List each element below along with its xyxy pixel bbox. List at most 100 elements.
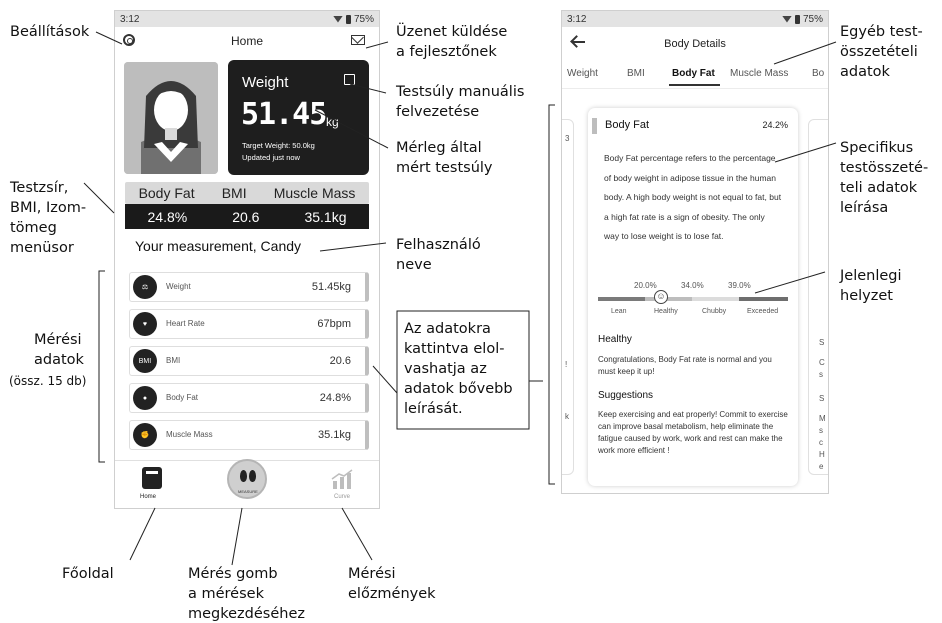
details-header: Body Details [562,27,828,63]
list-item-value: 67bpm [317,318,351,330]
card-accent-bar [592,118,597,134]
list-item[interactable]: ♥ Heart Rate 67bpm [129,309,369,339]
body-details-screen: 3:12 75% Body Details Weight BMI Body Fa… [561,10,829,494]
battery-level: 75% [353,13,374,25]
scale-level: Lean [611,308,627,315]
prev-card-fragment: ! [565,360,568,369]
wifi-icon [332,15,343,23]
card-percent: 24.2% [762,120,788,130]
muscle-mass-value: 35.1kg [304,208,347,225]
metric-tab-bar: Body Fat BMI Muscle Mass [125,182,369,204]
avatar [124,62,218,174]
next-card-fragment: c [819,438,823,447]
body-fat-scale: 20.0% 34.0% 39.0% ☺ Lean Healthy Chubby … [598,275,788,315]
status-bar: 3:12 75% [562,11,828,27]
list-item[interactable]: BMI BMI 20.6 [129,346,369,376]
chart-icon[interactable] [331,469,353,489]
bmi-icon: BMI [133,349,157,373]
tab-body-fat[interactable]: Body Fat [672,68,715,79]
tab-muscle-mass[interactable]: Muscle Mass [730,68,788,79]
tab-body-fat[interactable]: Body Fat [139,185,195,201]
card-title: Body Fat [605,119,650,131]
annotation-menu: Testzsír, BMI, Izom- tömeg menüsor [10,180,87,256]
page-title: Home [230,34,263,48]
annotation-username: Felhasználó neve [396,237,481,273]
scale-level: Exceeded [747,308,779,315]
list-item-name: Weight [166,282,191,291]
target-weight: Target Weight: 50.0kg [242,141,315,150]
list-item[interactable]: ● Body Fat 24.8% [129,383,369,413]
next-card-fragment: M [819,414,826,423]
scale-icon: ⚖ [133,275,157,299]
tab-muscle-mass[interactable]: Muscle Mass [274,185,356,201]
updated-text: Updated just now [242,153,300,162]
scale-level: Healthy [654,308,678,315]
mail-icon[interactable] [351,35,365,45]
bottom-nav: Home MEASURE Curve [115,459,379,508]
next-card-fragment: C [819,358,825,367]
list-item-name: Body Fat [166,393,199,402]
next-card[interactable]: S C s S M s c H e [808,119,828,475]
next-card-fragment: S [819,338,825,347]
scale-segment-chubby [692,297,739,301]
annotation-history: Mérési előzmények [348,566,436,602]
annotation-measurement-data: Mérési adatok [34,332,84,368]
body-icon: ● [133,386,157,410]
card-description: Body Fat percentage refers to the percen… [604,153,782,241]
measure-label: MEASURE [238,489,258,494]
next-card-fragment: s [819,426,823,435]
annotation-manual-weight: Testsúly manuális felvezetése [396,84,525,120]
page-title: Body Details [664,38,726,50]
suggestions-heading: Suggestions [598,390,654,401]
scale-segment-exceeded [739,297,788,301]
annotation-feedback: Üzenet küldése a fejlesztőnek [396,24,508,60]
scale-level: Chubby [702,308,727,315]
detail-tab-bar: Weight BMI Body Fat Muscle Mass Bo [562,63,828,89]
wifi-icon [781,15,792,23]
prev-card[interactable]: 3 ! k [562,119,574,475]
greeting: Your measurement, Candy [135,238,302,254]
annotation-settings: Beállítások [10,24,90,40]
scale-segment-healthy [645,297,692,301]
scale-segment-lean [598,297,645,301]
status-text: Congratulations, Body Fat rate is normal… [598,355,772,376]
prev-card-fragment: 3 [565,134,570,143]
nav-home-label[interactable]: Home [140,494,156,500]
battery-icon [345,14,351,24]
suggestions-text: Keep exercising and eat properly! Commit… [598,410,788,455]
body-fat-card: Body Fat 24.2% Body Fat percentage refer… [588,108,798,486]
footprint-icon [240,470,247,482]
weight-label: Weight [242,74,289,91]
next-card-fragment: e [819,462,824,471]
tab-bmi[interactable]: BMI [627,68,645,79]
home-icon[interactable] [142,467,162,489]
annotation-measure-button: Mérés gomb a mérések megkezdéséhez [188,566,305,622]
tab-weight[interactable]: Weight [567,68,598,79]
measure-button[interactable]: MEASURE [227,459,267,499]
active-tab-indicator [669,84,720,86]
weight-unit: kg [326,115,339,129]
home-header: Home [115,27,379,53]
measurement-list: ⚖ Weight 51.45kg ♥ Heart Rate 67bpm BMI … [129,272,369,457]
weight-card[interactable]: Weight 51.45 kg Target Weight: 50.0kg Up… [228,60,369,175]
status-heading: Healthy [598,334,632,345]
list-item[interactable]: ⚖ Weight 51.45kg [129,272,369,302]
bmi-value: 20.6 [232,208,260,225]
list-item-name: Muscle Mass [166,430,213,439]
body-fat-value: 24.8% [147,208,188,225]
tab-next[interactable]: Bo [812,68,824,79]
annotation-other-data: Egyéb test- összetételi adatok [840,24,923,80]
tab-bmi[interactable]: BMI [222,185,247,201]
annotation-current-status: Jelenlegi helyzet [840,268,902,304]
annotation-click-info: Az adatokra kattintva elol- vashatja az … [404,321,513,417]
nav-curve-label[interactable]: Curve [334,494,350,500]
metric-values-bar: 24.8% 20.6 35.1kg [125,204,369,229]
next-card-fragment: H [819,450,825,459]
status-time: 3:12 [120,13,140,25]
list-item[interactable]: ✊ Muscle Mass 35.1kg [129,420,369,450]
list-item-value: 20.6 [329,355,351,367]
list-item-value: 35.1kg [317,429,351,441]
edit-icon[interactable] [344,74,355,85]
scale-threshold: 34.0% [681,281,704,290]
status-time: 3:12 [567,13,587,25]
